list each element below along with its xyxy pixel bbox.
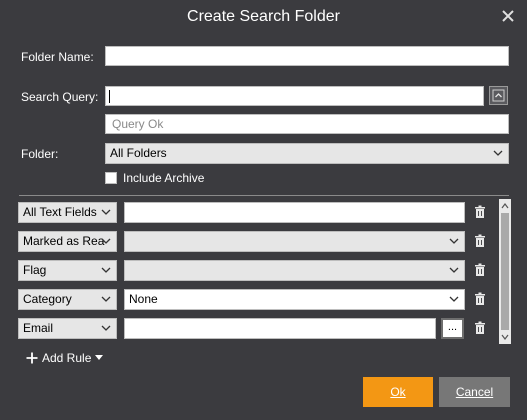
trash-icon[interactable]: [474, 263, 486, 277]
rule-row: Marked as Rea: [18, 231, 498, 253]
rule-value-select[interactable]: [124, 231, 465, 252]
rule-field-value: Category: [23, 292, 72, 306]
chevron-down-icon: [493, 150, 503, 156]
plus-icon: [26, 352, 38, 364]
folder-label: Folder:: [21, 147, 59, 161]
text-caret: [109, 90, 110, 103]
rule-field-select[interactable]: Email: [18, 318, 117, 339]
trash-icon[interactable]: [474, 321, 486, 335]
ok-label: Ok: [390, 385, 406, 399]
chevron-down-icon: [101, 267, 111, 273]
rule-field-value: Marked as Rea: [23, 234, 105, 248]
close-icon[interactable]: [499, 7, 517, 25]
trash-icon[interactable]: [474, 234, 486, 248]
rule-value-input[interactable]: [124, 318, 436, 339]
scrollbar-thumb[interactable]: [501, 213, 509, 330]
rule-value-input[interactable]: [124, 202, 465, 223]
chevron-down-icon: [449, 238, 459, 244]
cancel-label: Cancel: [455, 385, 494, 399]
scroll-down-icon[interactable]: [499, 331, 511, 343]
folder-name-input[interactable]: [105, 46, 509, 66]
scroll-up-icon[interactable]: [499, 200, 511, 212]
folder-selected-value: All Folders: [110, 146, 167, 160]
rule-field-value: All Text Fields: [23, 205, 97, 219]
include-archive-checkbox[interactable]: [105, 172, 117, 184]
folder-name-label: Folder Name:: [21, 50, 94, 64]
trash-icon[interactable]: [474, 205, 486, 219]
expand-query-button[interactable]: [489, 86, 508, 105]
divider: [19, 195, 509, 196]
rule-field-select[interactable]: All Text Fields: [18, 202, 117, 223]
rule-field-select[interactable]: Flag: [18, 260, 117, 281]
include-archive-label: Include Archive: [123, 171, 205, 185]
rule-field-value: Email: [23, 321, 54, 335]
folder-select[interactable]: All Folders: [105, 143, 509, 164]
chevron-down-icon: [101, 209, 111, 215]
chevron-down-icon: [101, 296, 111, 302]
rules-scrollbar[interactable]: [499, 199, 511, 344]
dialog-title: Create Search Folder: [187, 8, 340, 25]
browse-button[interactable]: ...: [441, 318, 464, 339]
rule-value: None: [129, 292, 158, 306]
chevron-down-icon: [449, 267, 459, 273]
rule-field-select[interactable]: Category: [18, 289, 117, 310]
trash-icon[interactable]: [474, 292, 486, 306]
rule-field-select[interactable]: Marked as Rea: [18, 231, 117, 252]
rule-row: Category None: [18, 289, 498, 311]
rule-row: All Text Fields: [18, 202, 498, 224]
rule-value-select[interactable]: [124, 260, 465, 281]
rules-list: All Text Fields Marked as Rea Flag Categ…: [18, 197, 514, 344]
rule-field-value: Flag: [23, 263, 47, 277]
chevron-down-icon: [101, 238, 111, 244]
ok-button[interactable]: Ok: [363, 377, 433, 407]
rule-value-select[interactable]: None: [124, 289, 465, 310]
search-query-input[interactable]: [105, 86, 484, 106]
create-search-folder-dialog: Create Search Folder Folder Name: Search…: [0, 0, 527, 420]
chevron-down-icon: [449, 296, 459, 302]
cancel-button[interactable]: Cancel: [439, 377, 510, 407]
caret-down-icon: [95, 355, 104, 360]
rule-row: Flag: [18, 260, 498, 282]
add-rule-label: Add Rule: [42, 351, 92, 365]
search-query-label: Search Query:: [21, 90, 99, 104]
query-status-field: Query Ok: [105, 114, 509, 134]
chevron-down-icon: [101, 325, 111, 331]
add-rule-button[interactable]: Add Rule: [26, 349, 104, 367]
rule-row: Email ...: [18, 318, 498, 340]
expand-up-icon: [492, 89, 505, 102]
